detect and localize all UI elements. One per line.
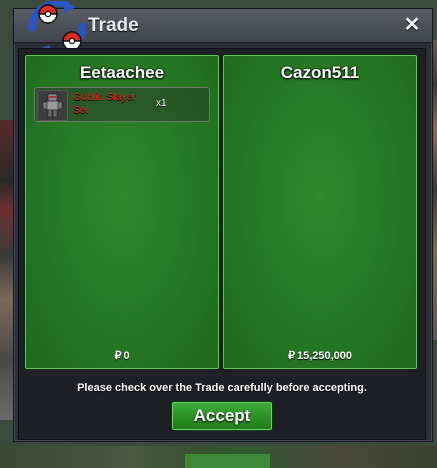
money-offer-left: ₽0 <box>26 349 218 362</box>
trade-content: Eetaachee Goblin Slayer Set x1 ₽0 Cazon5… <box>18 48 426 440</box>
pokedollar-icon: ₽ <box>114 350 122 362</box>
accept-button[interactable]: Accept <box>171 401 273 431</box>
money-amount-right: 15,250,000 <box>296 350 353 362</box>
money-amount-left: 0 <box>123 350 130 362</box>
offer-panel-right[interactable]: Cazon511 ₽15,250,000 <box>223 55 417 369</box>
item-name: Goblin Slayer Set <box>73 91 137 116</box>
trade-item-slot[interactable]: Goblin Slayer Set x1 <box>34 87 210 122</box>
window-title: Trade <box>88 15 139 36</box>
money-offer-right: ₽15,250,000 <box>224 349 416 362</box>
background-grass <box>185 454 270 468</box>
trade-window: Trade ✕ Eetaachee Goblin Slayer Set x1 ₽… <box>13 1 433 442</box>
pokedollar-icon: ₽ <box>287 350 295 362</box>
pokeball-trade-icon <box>28 1 86 55</box>
offer-panel-left[interactable]: Eetaachee Goblin Slayer Set x1 ₽0 <box>25 55 219 369</box>
trade-notice: Please check over the Trade carefully be… <box>77 382 367 394</box>
close-button[interactable]: ✕ <box>402 15 422 35</box>
player-name-right: Cazon511 <box>280 63 360 82</box>
item-quantity: x1 <box>156 98 167 109</box>
player-name-left: Eetaachee <box>79 63 165 82</box>
background-left-strip <box>0 120 14 420</box>
goblin-slayer-armor-icon <box>37 90 68 121</box>
